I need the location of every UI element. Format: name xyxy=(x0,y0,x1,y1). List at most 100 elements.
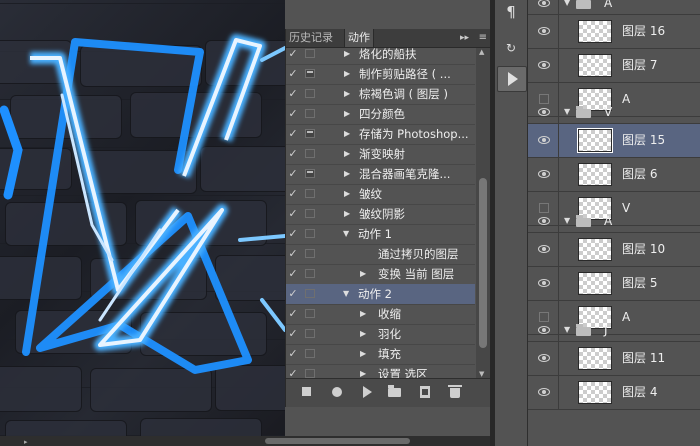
expand-arrow-icon[interactable]: ▶ xyxy=(360,344,366,364)
action-row[interactable]: ✓ ▶ 皱纹 xyxy=(286,184,475,205)
check-icon[interactable]: ✓ xyxy=(286,84,300,104)
record-button[interactable] xyxy=(330,385,344,399)
action-row[interactable]: ✓ ▶ 棕褐色调 ( 图层 ) xyxy=(286,84,475,105)
action-row[interactable]: ✓ ▶ 制作剪贴路径 ( ... xyxy=(286,64,475,85)
expand-arrow-icon[interactable]: ▶ xyxy=(344,204,350,224)
expand-arrow-icon[interactable]: ▶ xyxy=(360,324,366,344)
new-set-button[interactable] xyxy=(388,385,402,399)
action-row[interactable]: ✓ ▶ 存储为 Photoshop... xyxy=(286,124,475,145)
visibility-toggle[interactable] xyxy=(528,158,559,191)
stop-button[interactable] xyxy=(300,385,314,399)
group-expand-arrow-icon[interactable]: ▼ xyxy=(564,101,570,123)
visibility-toggle[interactable] xyxy=(528,49,559,82)
layer-row[interactable]: 图层 15 xyxy=(528,124,700,158)
layer-group-row[interactable]: ▼ A xyxy=(528,0,700,15)
new-action-button[interactable] xyxy=(418,385,432,399)
dialog-toggle-icon[interactable] xyxy=(305,349,315,358)
delete-button[interactable] xyxy=(448,385,462,399)
layer-group-row[interactable]: ▼ A xyxy=(528,210,700,233)
layer-row[interactable]: 图层 10 xyxy=(528,233,700,267)
check-icon[interactable]: ✓ xyxy=(286,304,300,324)
dialog-toggle-icon[interactable] xyxy=(305,149,315,158)
panel-menu-icon[interactable]: ≡ xyxy=(479,30,487,46)
visibility-toggle[interactable] xyxy=(528,101,559,123)
dialog-toggle-icon[interactable] xyxy=(305,209,315,218)
tab-history[interactable]: 历史记录 xyxy=(286,29,336,47)
expand-arrow-icon[interactable]: ▼ xyxy=(343,224,349,244)
dialog-toggle-icon[interactable] xyxy=(305,229,315,238)
group-expand-arrow-icon[interactable]: ▼ xyxy=(564,319,570,341)
action-row[interactable]: ✓ ▶ 收缩 xyxy=(286,304,475,325)
check-icon[interactable]: ✓ xyxy=(286,124,300,144)
expand-arrow-icon[interactable]: ▶ xyxy=(344,84,350,104)
layer-row[interactable]: 图层 4 xyxy=(528,376,700,410)
check-icon[interactable]: ✓ xyxy=(286,344,300,364)
visibility-toggle[interactable] xyxy=(528,319,559,341)
group-expand-arrow-icon[interactable]: ▼ xyxy=(564,210,570,232)
check-icon[interactable]: ✓ xyxy=(286,64,300,84)
dialog-toggle-icon[interactable] xyxy=(305,289,315,298)
visibility-toggle[interactable] xyxy=(528,376,559,409)
expand-arrow-icon[interactable]: ▶ xyxy=(360,264,366,284)
action-row[interactable]: ✓ ▶ 混合器画笔克隆... xyxy=(286,164,475,185)
dialog-toggle-icon[interactable] xyxy=(305,69,315,78)
expand-arrow-icon[interactable]: ▶ xyxy=(360,304,366,324)
check-icon[interactable]: ✓ xyxy=(286,164,300,184)
action-row[interactable]: ✓ ▶ 变换 当前 图层 xyxy=(286,264,475,285)
play-button[interactable] xyxy=(360,385,374,399)
dialog-toggle-icon[interactable] xyxy=(305,269,315,278)
scrollbar-thumb[interactable] xyxy=(265,438,410,444)
dialog-toggle-icon[interactable] xyxy=(305,109,315,118)
check-icon[interactable]: ✓ xyxy=(286,224,300,244)
dialog-toggle-icon[interactable] xyxy=(305,89,315,98)
visibility-toggle[interactable] xyxy=(528,210,559,232)
dialog-toggle-icon[interactable] xyxy=(305,129,315,138)
action-row[interactable]: ✓ ▶ 渐变映射 xyxy=(286,144,475,165)
group-expand-arrow-icon[interactable]: ▼ xyxy=(564,0,570,14)
check-icon[interactable]: ✓ xyxy=(286,324,300,344)
dialog-toggle-icon[interactable] xyxy=(305,329,315,338)
dialog-toggle-icon[interactable] xyxy=(305,249,315,258)
layer-group-row[interactable]: ▼ J xyxy=(528,319,700,342)
expand-arrow-icon[interactable]: ▶ xyxy=(344,184,350,204)
check-icon[interactable]: ✓ xyxy=(286,284,300,304)
layer-row[interactable]: 图层 7 xyxy=(528,49,700,83)
dialog-toggle-icon[interactable] xyxy=(305,309,315,318)
visibility-toggle[interactable] xyxy=(528,267,559,300)
dialog-toggle-icon[interactable] xyxy=(305,369,315,378)
action-row[interactable]: ✓ ▶ 填充 xyxy=(286,344,475,365)
actions-scrollbar-thumb[interactable] xyxy=(479,178,487,348)
layer-row[interactable]: 图层 5 xyxy=(528,267,700,301)
canvas-horizontal-scrollbar[interactable]: ▸ xyxy=(0,436,490,446)
scroll-down-icon[interactable]: ▼ xyxy=(479,370,484,378)
expand-arrow-icon[interactable]: ▶ xyxy=(344,64,350,84)
visibility-toggle[interactable] xyxy=(528,233,559,266)
action-row[interactable]: ✓ 通过拷贝的图层 xyxy=(286,244,475,265)
expand-arrow-icon[interactable]: ▶ xyxy=(344,104,350,124)
expand-arrow-icon[interactable]: ▶ xyxy=(344,144,350,164)
layer-group-row[interactable]: ▼ V xyxy=(528,101,700,124)
actions-dock-icon[interactable]: ↻ xyxy=(497,36,525,60)
action-row[interactable]: ✓ ▶ 羽化 xyxy=(286,324,475,345)
collapse-panel-icon[interactable]: ▸▸ xyxy=(460,30,469,46)
actions-scrollbar[interactable]: ▲ ▼ xyxy=(476,48,490,378)
expand-arrow-icon[interactable]: ▶ xyxy=(360,364,366,378)
actions-dock-button[interactable] xyxy=(497,66,527,92)
expand-arrow-icon[interactable]: ▶ xyxy=(344,48,350,64)
document-canvas[interactable] xyxy=(0,0,285,436)
check-icon[interactable]: ✓ xyxy=(286,48,300,64)
check-icon[interactable]: ✓ xyxy=(286,364,300,378)
check-icon[interactable]: ✓ xyxy=(286,184,300,204)
expand-arrow-icon[interactable]: ▼ xyxy=(343,284,349,304)
visibility-toggle[interactable] xyxy=(528,0,559,14)
layer-row[interactable]: 图层 16 xyxy=(528,15,700,49)
visibility-toggle[interactable] xyxy=(528,15,559,48)
dialog-toggle-icon[interactable] xyxy=(305,169,315,178)
action-row[interactable]: ✓ ▶ 设置 选区 xyxy=(286,364,475,378)
check-icon[interactable]: ✓ xyxy=(286,264,300,284)
tab-actions[interactable]: 动作 xyxy=(344,29,374,47)
action-row[interactable]: ✓ ▶ 皱纹阴影 xyxy=(286,204,475,225)
check-icon[interactable]: ✓ xyxy=(286,144,300,164)
layer-row[interactable]: 图层 6 xyxy=(528,158,700,192)
scroll-up-icon[interactable]: ▲ xyxy=(479,48,484,56)
